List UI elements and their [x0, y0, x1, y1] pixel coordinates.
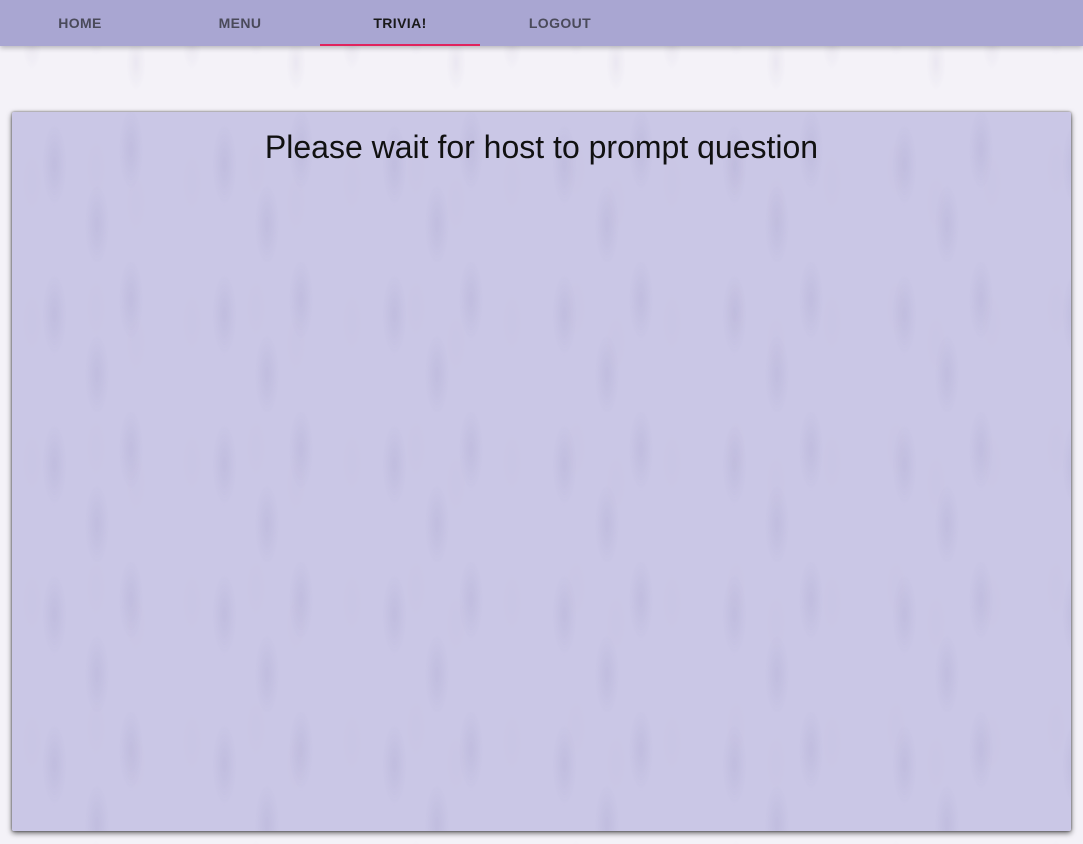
tab-home[interactable]: HOME [0, 0, 160, 46]
tab-trivia-label: TRIVIA! [373, 15, 427, 31]
top-nav-bar: HOME MENU TRIVIA! LOGOUT [0, 0, 1083, 46]
tab-logout[interactable]: LOGOUT [480, 0, 640, 46]
waiting-message: Please wait for host to prompt question [264, 129, 819, 165]
tab-menu-label: MENU [218, 15, 262, 31]
tab-trivia[interactable]: TRIVIA! [320, 0, 480, 46]
tab-home-label: HOME [58, 15, 102, 31]
tab-logout-label: LOGOUT [528, 15, 592, 31]
trivia-panel: Please wait for host to prompt question [12, 112, 1071, 831]
tab-menu[interactable]: MENU [160, 0, 320, 46]
active-tab-indicator [320, 44, 480, 46]
